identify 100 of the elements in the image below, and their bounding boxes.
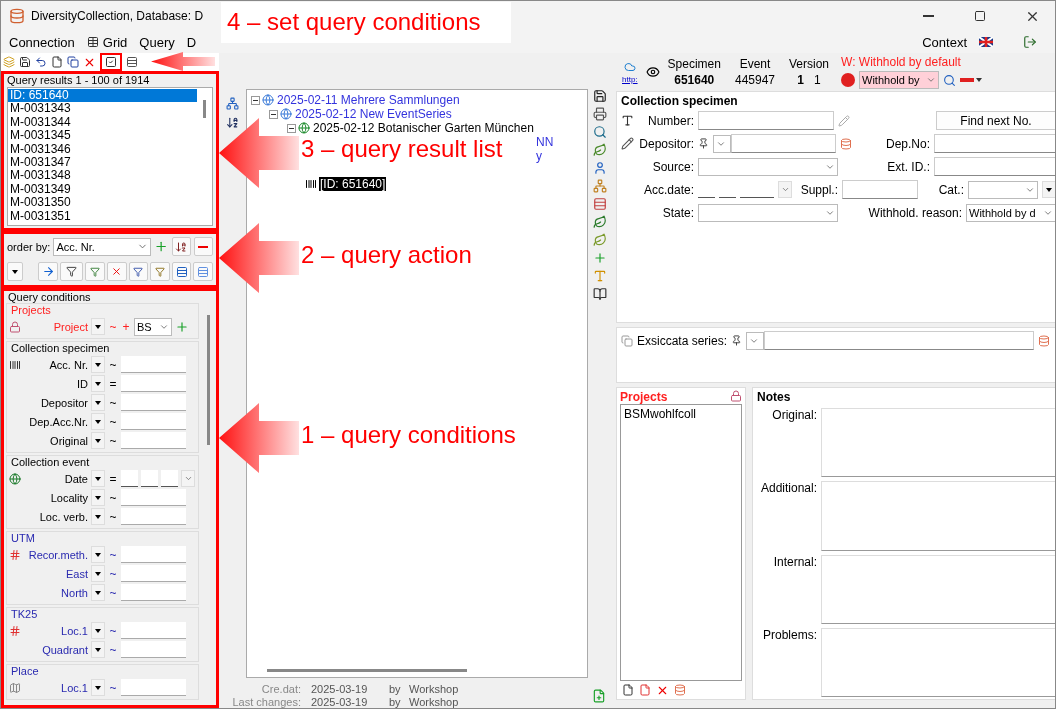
operator-dropdown[interactable]: [91, 318, 105, 335]
suppl-input[interactable]: [842, 180, 918, 199]
filter-button[interactable]: [60, 262, 84, 281]
field-label: Suppl.:: [800, 182, 838, 197]
filter-result-button[interactable]: [150, 262, 170, 281]
tree-node[interactable]: NN: [535, 135, 555, 149]
collapse-toggle[interactable]: [251, 95, 260, 105]
group-title: Collection event: [10, 456, 90, 469]
operator-dropdown[interactable]: [91, 679, 105, 696]
project-item[interactable]: BSMwohlfcoll: [624, 407, 697, 421]
operator-dropdown[interactable]: [91, 489, 105, 506]
condition-input[interactable]: [121, 679, 186, 696]
menu-item[interactable]: D: [186, 34, 197, 50]
line-style-icon[interactable]: [960, 76, 983, 84]
note-field[interactable]: [821, 481, 1055, 551]
condition-input[interactable]: [121, 622, 186, 639]
tree-node[interactable]: [ID: 651640]: [319, 177, 387, 191]
operator-dropdown[interactable]: [91, 546, 105, 563]
condition-input[interactable]: [121, 508, 186, 525]
start-query-button[interactable]: [38, 262, 58, 281]
remove-filter-button[interactable]: [107, 262, 127, 281]
collapse-toggle[interactable]: [269, 109, 278, 119]
condition-input[interactable]: [121, 641, 186, 658]
operator-dropdown[interactable]: [91, 356, 105, 373]
ext-id-input[interactable]: [934, 157, 1055, 176]
tree-node[interactable]: 2025-02-12 New EventSeries: [294, 107, 453, 121]
condition-input[interactable]: [121, 356, 186, 373]
operator-dropdown[interactable]: [91, 413, 105, 430]
result-item[interactable]: M-0031347: [8, 155, 197, 170]
menu-item[interactable]: Query: [139, 34, 175, 50]
number-input[interactable]: [698, 111, 834, 130]
scrollbar-thumb[interactable]: [203, 100, 206, 118]
minimize-icon[interactable]: [922, 15, 934, 17]
note-field[interactable]: [821, 627, 1055, 697]
condition-input[interactable]: [121, 489, 186, 506]
condition-input[interactable]: [121, 394, 186, 411]
remove-button[interactable]: [193, 237, 213, 256]
result-item[interactable]: M-0031350: [8, 196, 197, 210]
tree-node[interactable]: y: [535, 149, 543, 163]
filter-next-button[interactable]: [128, 262, 149, 281]
condition-input[interactable]: [121, 413, 186, 430]
year-field[interactable]: [161, 470, 178, 487]
operator-dropdown[interactable]: [91, 584, 105, 601]
result-item[interactable]: ID: 651640: [8, 89, 197, 103]
dropdown-arrow-icon: [95, 571, 101, 576]
flag-icon[interactable]: [979, 37, 993, 47]
result-item[interactable]: M-0031351: [8, 209, 197, 223]
project-select[interactable]: BS: [134, 317, 172, 336]
tree-node[interactable]: 2025-02-11 Mehrere Sammlungen: [276, 93, 461, 107]
category-dropdown[interactable]: [1042, 181, 1055, 198]
result-item[interactable]: M-0031345: [8, 129, 197, 143]
collapse-list-button[interactable]: [193, 262, 214, 281]
exsiccata-input[interactable]: [764, 331, 1035, 350]
depositor-dropdown[interactable]: [713, 134, 731, 153]
result-item[interactable]: M-0031344: [8, 115, 197, 130]
day-field[interactable]: [121, 470, 138, 487]
menu-item[interactable]: Grid: [102, 34, 128, 50]
note-field[interactable]: [821, 554, 1055, 624]
result-item[interactable]: M-0031346: [8, 142, 197, 156]
source-select[interactable]: [698, 157, 838, 176]
scrollbar-thumb[interactable]: [267, 668, 467, 672]
operator-dropdown[interactable]: [91, 508, 105, 525]
result-item[interactable]: M-0031349: [8, 182, 197, 197]
expand-list-button[interactable]: [171, 262, 192, 281]
operator-dropdown[interactable]: [91, 470, 105, 487]
withhold-reason-select[interactable]: Withhold by d: [966, 203, 1055, 222]
depositor-input[interactable]: [731, 134, 836, 153]
dep-no-input[interactable]: [934, 134, 1055, 153]
condition-input[interactable]: [121, 565, 186, 582]
dropdown-button[interactable]: [7, 262, 23, 281]
order-by-select[interactable]: Acc. Nr.: [53, 237, 152, 256]
operator-dropdown[interactable]: [91, 432, 105, 449]
note-field[interactable]: [821, 408, 1055, 478]
result-item[interactable]: M-0031348: [8, 169, 197, 183]
tree-node[interactable]: 2025-02-12 Botanischer Garten München: [312, 121, 535, 135]
result-item[interactable]: M-0031343: [8, 102, 197, 116]
add-filter-button[interactable]: [85, 262, 106, 281]
operator-dropdown[interactable]: [91, 565, 105, 582]
operator-dropdown[interactable]: [91, 394, 105, 411]
operator-dropdown[interactable]: [91, 375, 105, 392]
dropdown-arrow-icon: [95, 381, 101, 386]
condition-input[interactable]: [121, 584, 186, 601]
menu-item[interactable]: Context: [922, 34, 967, 50]
condition-input[interactable]: [121, 546, 186, 563]
remove-icon[interactable]: [198, 245, 209, 248]
condition-input[interactable]: [121, 432, 186, 449]
month-field[interactable]: [141, 470, 158, 487]
withhold-select[interactable]: Withhold by: [859, 71, 940, 89]
state-select[interactable]: [698, 203, 838, 222]
operator-dropdown[interactable]: [91, 641, 105, 658]
scrollbar-thumb[interactable]: [207, 315, 210, 445]
menu-item[interactable]: Connection: [9, 34, 75, 50]
collapse-toggle[interactable]: [287, 123, 296, 133]
http-link[interactable]: http:: [622, 74, 638, 84]
sort-button[interactable]: [171, 237, 191, 256]
exsiccata-dropdown[interactable]: [746, 331, 765, 350]
find-next-button[interactable]: Find next No.: [936, 111, 1055, 130]
sort-icon: [226, 116, 239, 129]
operator-dropdown[interactable]: [91, 622, 105, 639]
condition-input[interactable]: [121, 375, 186, 392]
